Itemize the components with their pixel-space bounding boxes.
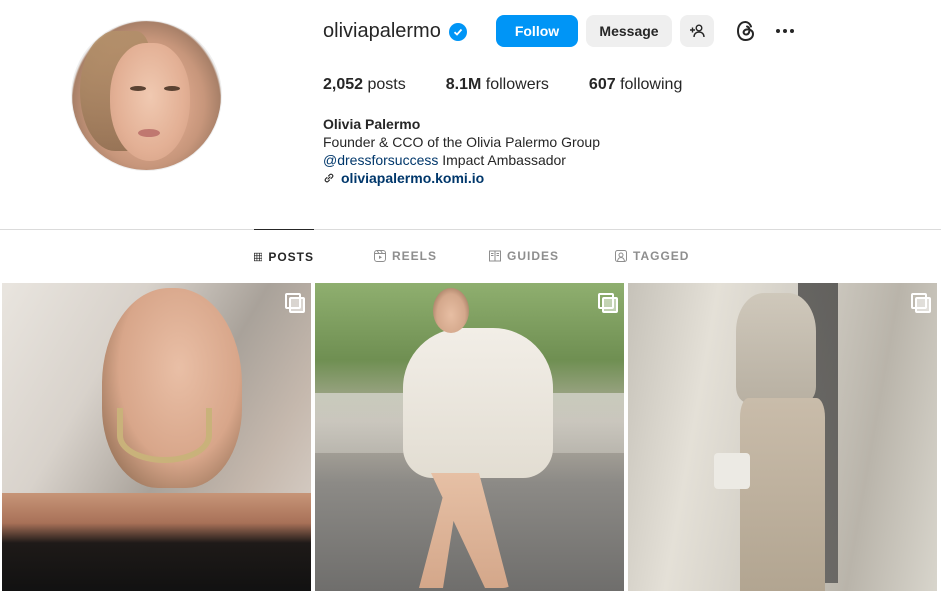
- bio-external-link[interactable]: oliviapalermo.komi.io: [323, 169, 600, 187]
- following-stat[interactable]: 607 following: [589, 76, 682, 94]
- follow-button[interactable]: Follow: [496, 15, 578, 47]
- post-thumbnail-1[interactable]: [2, 283, 311, 591]
- tagged-icon: [615, 250, 627, 262]
- avatar-eye-left: [130, 86, 146, 91]
- avatar-face: [110, 43, 190, 161]
- post-2-white-suit: [403, 328, 553, 478]
- multi-post-icon: [598, 293, 618, 313]
- post-2-head: [433, 288, 469, 333]
- add-user-icon: [690, 24, 705, 38]
- post-1-shoulders: [2, 493, 311, 591]
- following-label: following: [620, 76, 683, 93]
- tab-posts-label: POSTS: [268, 249, 314, 264]
- guides-icon: [489, 250, 501, 262]
- profile-username: oliviapalermo: [323, 20, 441, 42]
- tab-tagged[interactable]: TAGGED: [615, 229, 689, 283]
- profile-username-row: oliviapalermo: [323, 20, 467, 43]
- multi-post-icon: [285, 293, 305, 313]
- bio-line-2-text: Impact Ambassador: [438, 152, 566, 168]
- tab-guides-label: GUIDES: [507, 249, 560, 263]
- suggested-users-button[interactable]: [680, 15, 714, 47]
- post-3-trousers: [740, 398, 825, 591]
- followers-label: followers: [485, 76, 549, 93]
- tab-tagged-label: TAGGED: [633, 249, 690, 263]
- post-2-legs: [419, 473, 509, 588]
- profile-bio: Olivia Palermo Founder & CCO of the Oliv…: [323, 115, 600, 187]
- avatar-eye-right: [164, 86, 180, 91]
- post-1-necklace: [117, 408, 212, 463]
- threads-icon[interactable]: [733, 18, 759, 44]
- bio-line-1: Founder & CCO of the Olivia Palermo Grou…: [323, 134, 601, 150]
- post-3-handbag: [714, 453, 750, 489]
- profile-tabs: POSTS REELS GUIDES TAGGED: [0, 229, 941, 283]
- message-button[interactable]: Message: [586, 15, 672, 47]
- post-thumbnail-3[interactable]: [628, 283, 937, 591]
- verified-badge-icon: [448, 22, 467, 41]
- tab-guides[interactable]: GUIDES: [489, 229, 559, 283]
- tab-reels[interactable]: REELS: [374, 229, 437, 283]
- avatar-lips: [138, 129, 160, 137]
- posts-grid: [0, 283, 941, 591]
- post-3-vest: [736, 293, 816, 403]
- profile-stats: 2,052 posts 8.1M followers 607 following: [323, 76, 722, 94]
- followers-stat[interactable]: 8.1M followers: [446, 76, 549, 94]
- multi-post-icon: [911, 293, 931, 313]
- followers-count: 8.1M: [445, 76, 482, 93]
- tab-posts[interactable]: POSTS: [254, 229, 314, 283]
- posts-label: posts: [367, 76, 406, 93]
- bio-mention-link[interactable]: @dressforsuccess: [323, 152, 438, 168]
- reels-icon: [374, 250, 386, 262]
- posts-stat: 2,052 posts: [323, 76, 406, 94]
- bio-line-2: @dressforsuccess Impact Ambassador: [323, 151, 600, 169]
- tab-reels-label: REELS: [392, 249, 438, 263]
- post-thumbnail-2[interactable]: [315, 283, 624, 591]
- more-options-icon[interactable]: [772, 20, 798, 42]
- bio-link-text: oliviapalermo.komi.io: [341, 170, 485, 186]
- link-icon: [324, 173, 334, 183]
- profile-avatar[interactable]: [71, 20, 222, 171]
- grid-icon: [254, 252, 263, 261]
- posts-count: 2,052: [323, 76, 364, 93]
- profile-full-name: Olivia Palermo: [323, 116, 421, 132]
- following-count: 607: [588, 76, 616, 93]
